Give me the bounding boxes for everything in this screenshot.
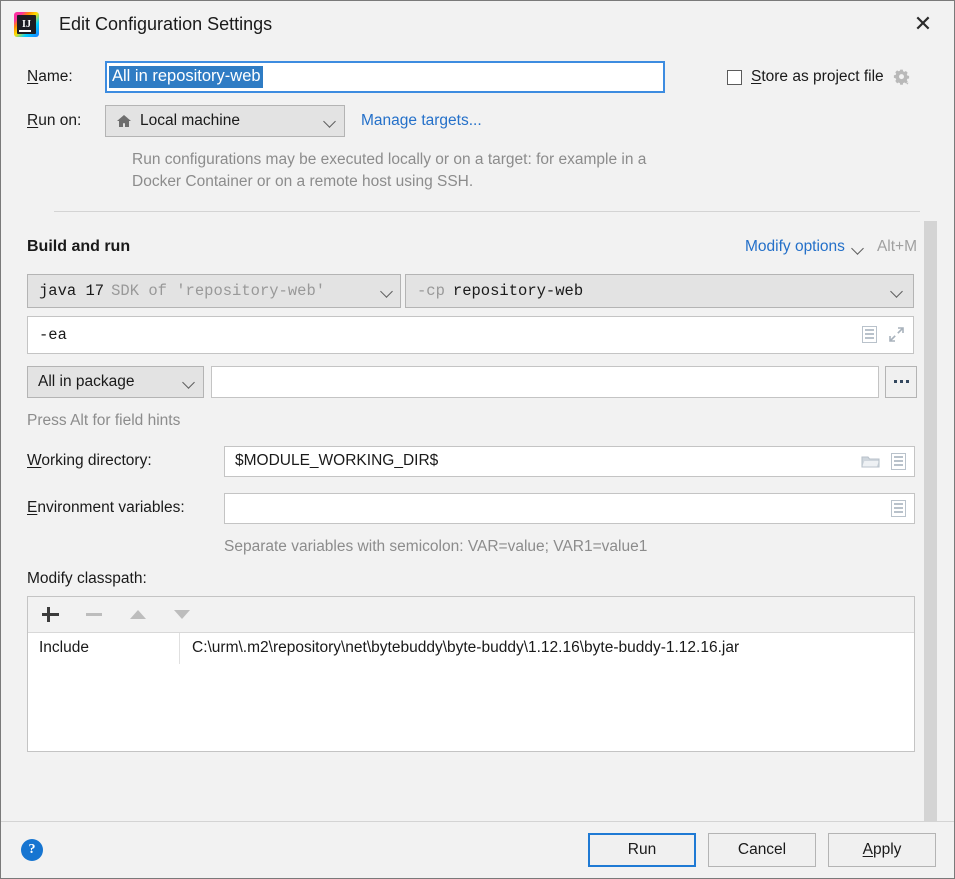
vm-options-input[interactable]: -ea bbox=[27, 315, 914, 354]
apply-button-mnemonic: A bbox=[862, 841, 873, 858]
ellipsis-icon bbox=[893, 380, 909, 384]
environment-variables-row: Environment variables: bbox=[27, 492, 917, 524]
working-directory-icons bbox=[861, 452, 906, 470]
window-title: Edit Configuration Settings bbox=[59, 14, 273, 34]
apply-button-text: pply bbox=[872, 841, 902, 858]
settings-scroll-area: Build and run Modify options Alt+M java … bbox=[1, 212, 954, 821]
scrollbar-thumb[interactable] bbox=[924, 220, 937, 821]
jdk-combo[interactable]: java 17 SDK of 'repository-web' bbox=[27, 273, 401, 308]
dialog-footer: ? Run Cancel Apply bbox=[1, 821, 954, 878]
store-label-mnemonic: S bbox=[751, 68, 762, 85]
vm-options-value: -ea bbox=[39, 325, 67, 344]
environment-variables-label-text: nvironment variables: bbox=[37, 499, 185, 517]
scope-input[interactable] bbox=[210, 365, 880, 398]
run-on-combo[interactable]: Local machine bbox=[105, 105, 345, 137]
name-label: Name: bbox=[27, 68, 105, 86]
title-bar: IJ Edit Configuration Settings ✕ bbox=[1, 1, 954, 48]
store-as-project-file-label[interactable]: Store as project file bbox=[751, 68, 884, 86]
modify-options-link[interactable]: Modify options bbox=[745, 238, 845, 256]
run-on-label: Run on: bbox=[27, 112, 105, 130]
folder-icon[interactable] bbox=[861, 454, 880, 469]
working-directory-label: Working directory: bbox=[27, 452, 224, 470]
classpath-entry-type: Include bbox=[28, 632, 180, 664]
scope-combo[interactable]: All in package bbox=[27, 365, 204, 398]
move-up-button bbox=[128, 604, 148, 624]
chevron-down-icon bbox=[381, 285, 393, 297]
modify-classpath-toolbar bbox=[28, 596, 914, 633]
vm-options-icons bbox=[862, 326, 905, 344]
move-down-button bbox=[172, 604, 192, 624]
classpath-flag: -cp bbox=[417, 281, 445, 300]
vertical-scrollbar[interactable] bbox=[924, 220, 937, 821]
top-form: Name: All in repository-web Store as pro… bbox=[1, 48, 954, 212]
table-row[interactable]: Include C:\urm\.m2\repository\net\bytebu… bbox=[28, 632, 914, 664]
modify-classpath-label: Modify classpath: bbox=[27, 569, 147, 587]
close-icon[interactable]: ✕ bbox=[904, 6, 942, 44]
run-on-combo-value: Local machine bbox=[140, 112, 240, 129]
working-directory-input[interactable]: $MODULE_WORKING_DIR$ bbox=[224, 445, 915, 477]
scope-row: All in package bbox=[27, 365, 917, 398]
expand-icon[interactable] bbox=[888, 326, 905, 343]
modify-options-shortcut: Alt+M bbox=[876, 237, 917, 255]
modify-options-wrap: Modify options Alt+M bbox=[745, 238, 917, 256]
build-and-run-section: Build and run Modify options Alt+M java … bbox=[27, 238, 917, 752]
working-directory-row: Working directory: $MODULE_WORKING_DIR$ bbox=[27, 445, 917, 477]
chevron-down-icon[interactable] bbox=[852, 242, 864, 254]
chevron-down-icon bbox=[891, 285, 903, 297]
chevron-down-icon bbox=[183, 376, 195, 388]
environment-variables-hint: Separate variables with semicolon: VAR=v… bbox=[224, 537, 648, 555]
scope-combo-value: All in package bbox=[38, 372, 135, 390]
store-as-project-file-checkbox[interactable] bbox=[727, 69, 742, 85]
name-row: Name: All in repository-web Store as pro… bbox=[27, 61, 940, 93]
browse-button[interactable] bbox=[885, 365, 917, 398]
working-directory-value: $MODULE_WORKING_DIR$ bbox=[235, 452, 439, 470]
store-label-text: tore as project file bbox=[761, 68, 884, 85]
store-as-project-file-row: Store as project file bbox=[727, 68, 911, 86]
jdk-primary-text: java 17 bbox=[39, 281, 105, 300]
chevron-down-icon bbox=[324, 115, 336, 127]
classpath-module: repository-web bbox=[452, 281, 584, 300]
environment-variables-label: Environment variables: bbox=[27, 499, 224, 517]
edit-configuration-dialog: IJ Edit Configuration Settings ✕ Name: A… bbox=[0, 0, 955, 879]
name-input[interactable]: All in repository-web bbox=[105, 61, 665, 93]
alt-field-hint: Press Alt for field hints bbox=[27, 411, 181, 429]
cancel-button[interactable]: Cancel bbox=[708, 833, 816, 867]
run-button[interactable]: Run bbox=[588, 833, 696, 867]
run-on-label-mnemonic: R bbox=[27, 112, 39, 129]
intellij-idea-logo-icon: IJ bbox=[14, 12, 39, 37]
jdk-and-classpath-row: java 17 SDK of 'repository-web' -cp repo… bbox=[27, 273, 917, 308]
document-icon[interactable] bbox=[862, 326, 877, 344]
document-icon[interactable] bbox=[891, 452, 906, 470]
home-icon bbox=[116, 114, 132, 128]
environment-variables-input[interactable] bbox=[224, 492, 915, 524]
name-label-mnemonic: N bbox=[27, 68, 39, 85]
environment-variables-icons bbox=[891, 499, 906, 517]
classpath-entry-path: C:\urm\.m2\repository\net\bytebuddy\byte… bbox=[192, 639, 740, 657]
build-and-run-header: Build and run Modify options Alt+M bbox=[27, 238, 917, 256]
run-on-label-text: un on: bbox=[38, 112, 82, 129]
name-label-text: ame: bbox=[38, 68, 73, 85]
document-icon[interactable] bbox=[891, 499, 906, 517]
section-title: Build and run bbox=[27, 237, 131, 255]
remove-button bbox=[84, 604, 104, 624]
footer-buttons: Run Cancel Apply bbox=[588, 833, 936, 867]
classpath-combo[interactable]: -cp repository-web bbox=[405, 273, 914, 308]
name-input-value: All in repository-web bbox=[109, 65, 263, 89]
run-on-help-text: Run configurations may be executed local… bbox=[132, 151, 647, 191]
working-directory-label-text: orking directory: bbox=[41, 452, 152, 470]
vm-options-row: -ea bbox=[27, 315, 917, 354]
environment-variables-label-mnemonic: E bbox=[27, 499, 38, 517]
modify-classpath-rows: Include C:\urm\.m2\repository\net\bytebu… bbox=[28, 632, 914, 751]
manage-targets-link[interactable]: Manage targets... bbox=[361, 112, 482, 130]
working-directory-label-mnemonic: W bbox=[27, 452, 42, 470]
jdk-secondary-text: SDK of 'repository-web' bbox=[111, 281, 326, 300]
run-on-row: Run on: Local machine Manage targets... bbox=[27, 105, 940, 137]
apply-button[interactable]: Apply bbox=[828, 833, 936, 867]
help-icon[interactable]: ? bbox=[21, 839, 43, 861]
modify-classpath-table: Include C:\urm\.m2\repository\net\bytebu… bbox=[27, 595, 915, 752]
add-button[interactable] bbox=[40, 604, 60, 624]
gear-icon[interactable] bbox=[893, 68, 911, 86]
